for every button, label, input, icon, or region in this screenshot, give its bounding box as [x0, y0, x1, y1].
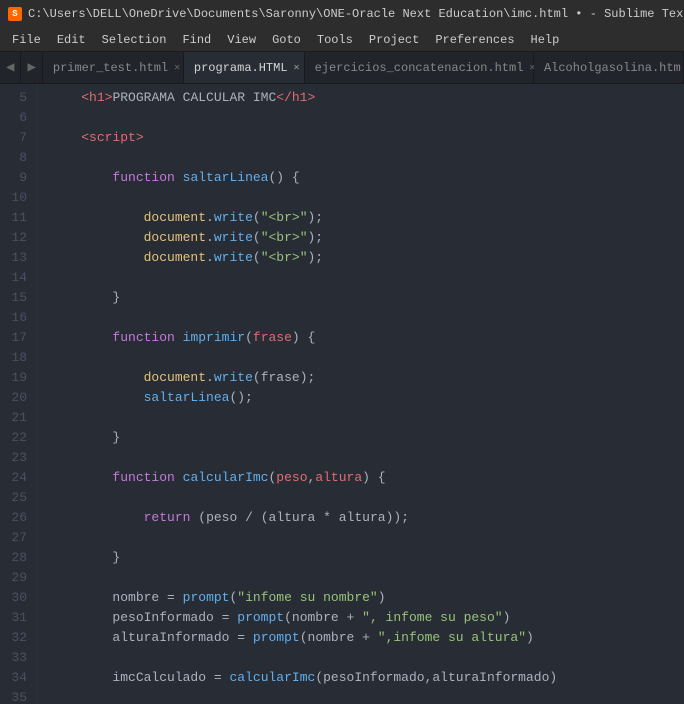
title-text: C:\Users\DELL\OneDrive\Documents\Saronny…	[28, 7, 684, 21]
line-num: 28	[8, 548, 27, 568]
code-line-20: saltarLinea();	[50, 388, 684, 408]
editor-area[interactable]: 5 6 7 8 9 10 11 12 13 14 15 16 17 18 19 …	[0, 84, 684, 704]
tab-prev-button[interactable]: ◀	[0, 52, 21, 83]
tab-label: programa.HTML	[194, 61, 288, 75]
line-num: 5	[8, 88, 27, 108]
code-line-12: document.write("<br>");	[50, 228, 684, 248]
tab-close-icon[interactable]: ✕	[294, 62, 300, 74]
line-num: 14	[8, 268, 27, 288]
code-line-28: }	[50, 548, 684, 568]
line-numbers: 5 6 7 8 9 10 11 12 13 14 15 16 17 18 19 …	[0, 84, 38, 704]
line-num: 25	[8, 488, 27, 508]
code-line-10	[50, 188, 684, 208]
tab-label: ejercicios_concatenacion.html	[315, 61, 524, 75]
code-line-29	[50, 568, 684, 588]
code-line-14	[50, 268, 684, 288]
menu-find[interactable]: Find	[174, 31, 219, 49]
code-line-31: pesoInformado = prompt(nombre + ", infom…	[50, 608, 684, 628]
title-bar: S C:\Users\DELL\OneDrive\Documents\Saron…	[0, 0, 684, 28]
menu-file[interactable]: File	[4, 31, 49, 49]
menu-goto[interactable]: Goto	[264, 31, 309, 49]
tab-primer-test[interactable]: primer_test.html ✕	[43, 52, 184, 83]
line-num: 35	[8, 688, 27, 704]
line-num: 20	[8, 388, 27, 408]
menu-edit[interactable]: Edit	[49, 31, 94, 49]
tab-close-icon[interactable]: ✕	[174, 62, 180, 74]
line-num: 12	[8, 228, 27, 248]
tab-next-button[interactable]: ▶	[21, 52, 42, 83]
line-num: 8	[8, 148, 27, 168]
line-num: 16	[8, 308, 27, 328]
line-num: 23	[8, 448, 27, 468]
menu-help[interactable]: Help	[523, 31, 568, 49]
tab-alcohol[interactable]: Alcoholgasolina.htm	[534, 52, 684, 83]
menu-tools[interactable]: Tools	[309, 31, 361, 49]
code-line-27	[50, 528, 684, 548]
line-num: 33	[8, 648, 27, 668]
line-num: 34	[8, 668, 27, 688]
tab-label: primer_test.html	[53, 61, 168, 75]
code-line-30: nombre = prompt("infome su nombre")	[50, 588, 684, 608]
code-line-33	[50, 648, 684, 668]
code-line-5: <h1>PROGRAMA CALCULAR IMC</h1>	[50, 88, 684, 108]
tab-bar: ◀ ▶ primer_test.html ✕ programa.HTML ✕ e…	[0, 52, 684, 84]
code-line-26: return (peso / (altura * altura));	[50, 508, 684, 528]
line-num: 9	[8, 168, 27, 188]
code-line-13: document.write("<br>");	[50, 248, 684, 268]
menu-preferences[interactable]: Preferences	[427, 31, 522, 49]
code-line-8	[50, 148, 684, 168]
code-line-23	[50, 448, 684, 468]
code-line-25	[50, 488, 684, 508]
tab-programa[interactable]: programa.HTML ✕	[184, 52, 305, 83]
code-line-16	[50, 308, 684, 328]
code-line-22: }	[50, 428, 684, 448]
line-num: 17	[8, 328, 27, 348]
line-num: 31	[8, 608, 27, 628]
line-num: 10	[8, 188, 27, 208]
menu-selection[interactable]: Selection	[94, 31, 175, 49]
line-num: 27	[8, 528, 27, 548]
code-line-35	[50, 688, 684, 704]
line-num: 21	[8, 408, 27, 428]
line-num: 30	[8, 588, 27, 608]
line-num: 29	[8, 568, 27, 588]
code-line-9: function saltarLinea() {	[50, 168, 684, 188]
line-num: 32	[8, 628, 27, 648]
line-num: 26	[8, 508, 27, 528]
code-line-32: alturaInformado = prompt(nombre + ",info…	[50, 628, 684, 648]
line-num: 15	[8, 288, 27, 308]
code-line-17: function imprimir(frase) {	[50, 328, 684, 348]
code-line-11: document.write("<br>");	[50, 208, 684, 228]
menu-project[interactable]: Project	[361, 31, 427, 49]
menu-bar: File Edit Selection Find View Goto Tools…	[0, 28, 684, 52]
line-num: 11	[8, 208, 27, 228]
code-line-7: <script>	[50, 128, 684, 148]
code-line-24: function calcularImc(peso,altura) {	[50, 468, 684, 488]
tab-label: Alcoholgasolina.htm	[544, 61, 681, 75]
code-line-6	[50, 108, 684, 128]
code-editor[interactable]: <h1>PROGRAMA CALCULAR IMC</h1> <script> …	[38, 84, 684, 704]
tab-ejercicios[interactable]: ejercicios_concatenacion.html ✕	[305, 52, 534, 83]
menu-view[interactable]: View	[219, 31, 264, 49]
code-line-18	[50, 348, 684, 368]
line-num: 19	[8, 368, 27, 388]
code-line-34: imcCalculado = calcularImc(pesoInformado…	[50, 668, 684, 688]
code-line-15: }	[50, 288, 684, 308]
line-num: 24	[8, 468, 27, 488]
app-icon: S	[8, 7, 22, 21]
line-num: 7	[8, 128, 27, 148]
line-num: 6	[8, 108, 27, 128]
line-num: 22	[8, 428, 27, 448]
code-line-19: document.write(frase);	[50, 368, 684, 388]
line-num: 18	[8, 348, 27, 368]
code-line-21	[50, 408, 684, 428]
line-num: 13	[8, 248, 27, 268]
